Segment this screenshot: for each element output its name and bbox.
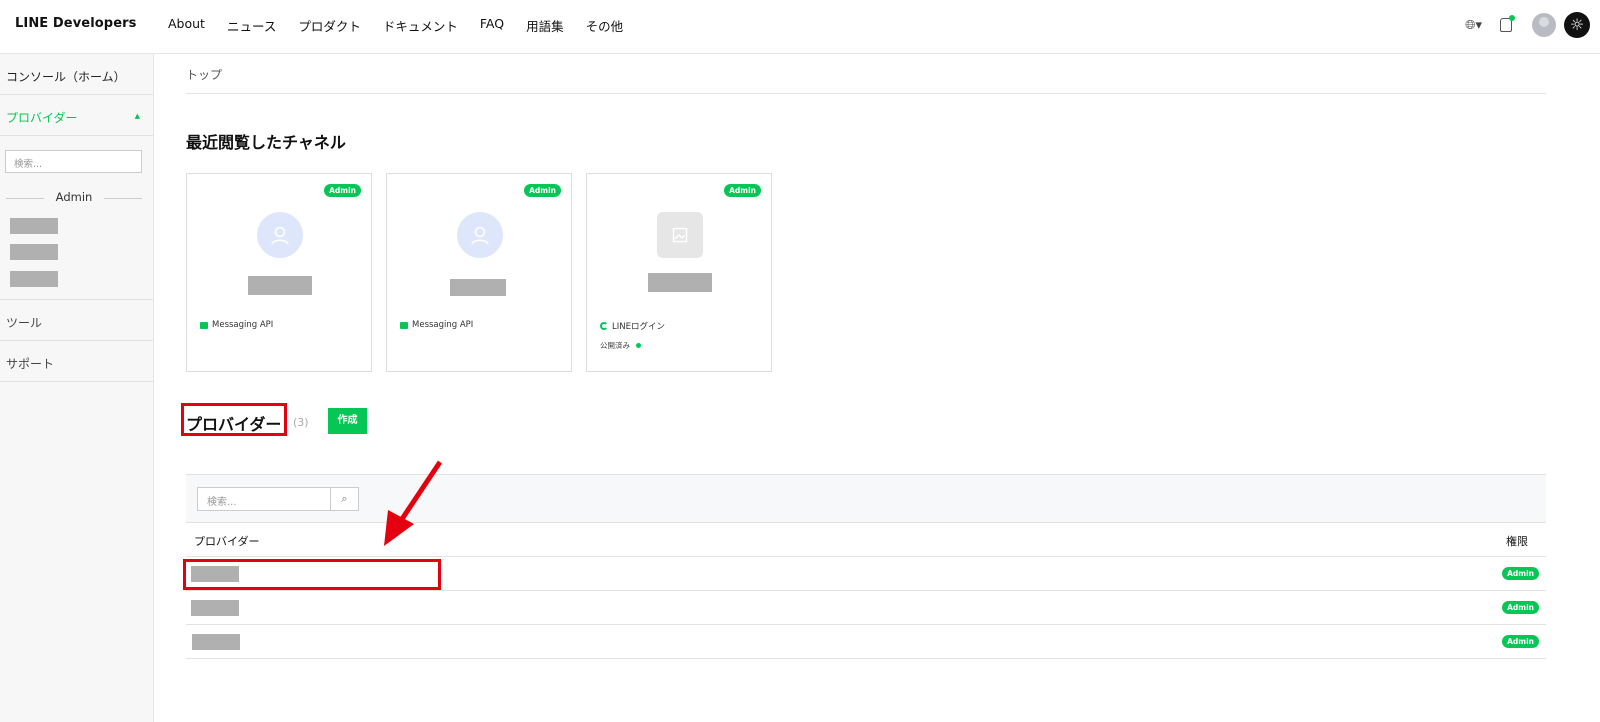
- channel-name-redacted: [648, 273, 712, 292]
- site-logo[interactable]: LINE Developers: [15, 16, 136, 31]
- notification-icon[interactable]: [1500, 15, 1515, 32]
- sidebar-search-input[interactable]: 検索...: [5, 150, 142, 173]
- top-navigation-bar: LINE Developers About ニュース プロダクト ドキュメント …: [0, 0, 1600, 54]
- messaging-api-icon: [400, 321, 408, 329]
- avatar[interactable]: [1532, 13, 1556, 37]
- annotation-arrow-icon: [384, 460, 443, 546]
- table-row[interactable]: Admin: [183, 557, 1546, 591]
- sidebar-provider-item-redacted[interactable]: [10, 271, 58, 287]
- providers-header: プロバイダー (3) 作成: [181, 403, 1546, 448]
- publish-status: 公開済み: [600, 340, 641, 351]
- sidebar-item-label: プロバイダー: [6, 111, 78, 125]
- channel-card[interactable]: Admin LINEログイン 公開済み: [586, 173, 772, 372]
- channel-card[interactable]: Admin Messaging API: [186, 173, 372, 372]
- table-row[interactable]: Admin: [186, 591, 1546, 625]
- admin-badge: Admin: [724, 184, 761, 197]
- admin-badge: Admin: [324, 184, 361, 197]
- channel-type-label: Messaging API: [412, 320, 474, 330]
- header-actions: 🌐︎▾ ☼: [1465, 12, 1590, 38]
- channel-type: LINEログイン: [600, 320, 665, 332]
- channel-type: Messaging API: [400, 320, 473, 330]
- column-header-permission[interactable]: 権限: [1506, 533, 1528, 549]
- status-dot: [636, 343, 641, 348]
- admin-badge: Admin: [1502, 567, 1539, 580]
- provider-name-redacted[interactable]: [191, 566, 239, 582]
- admin-badge: Admin: [524, 184, 561, 197]
- nav-products[interactable]: プロダクト: [298, 16, 361, 35]
- provider-name-redacted[interactable]: [192, 634, 240, 650]
- sidebar-provider-item-redacted[interactable]: [10, 218, 58, 234]
- theme-toggle-icon[interactable]: ☼: [1564, 12, 1590, 38]
- table-row[interactable]: Admin: [186, 625, 1546, 659]
- nav-glossary[interactable]: 用語集: [526, 16, 564, 35]
- user-icon: [457, 212, 503, 258]
- search-icon[interactable]: ⌕: [330, 487, 359, 511]
- nav-documents[interactable]: ドキュメント: [383, 16, 458, 35]
- recent-channel-cards: Admin Messaging API Admin Messaging API …: [186, 173, 1546, 372]
- column-header-provider[interactable]: プロバイダー: [194, 533, 260, 549]
- nav-news[interactable]: ニュース: [227, 16, 276, 35]
- channel-type-label: LINEログイン: [612, 322, 665, 332]
- nav-faq[interactable]: FAQ: [480, 16, 504, 35]
- provider-search-input[interactable]: 検索...: [197, 487, 331, 511]
- user-icon: [257, 212, 303, 258]
- breadcrumb[interactable]: トップ: [186, 54, 1546, 94]
- image-icon: [657, 212, 703, 258]
- sidebar-item-tools[interactable]: ツール: [0, 300, 153, 341]
- channel-type-label: Messaging API: [212, 320, 274, 330]
- channel-card[interactable]: Admin Messaging API: [386, 173, 572, 372]
- nav-more[interactable]: その他: [586, 16, 624, 35]
- admin-badge: Admin: [1502, 635, 1539, 648]
- admin-badge: Admin: [1502, 601, 1539, 614]
- status-label: 公開済み: [600, 341, 630, 350]
- line-login-icon: [600, 322, 608, 330]
- sidebar: コンソール（ホーム） プロバイダー ▲ 検索... Admin ツール サポート: [0, 54, 154, 722]
- providers-title: プロバイダー: [186, 415, 282, 434]
- provider-name-redacted[interactable]: [191, 600, 239, 616]
- channel-name-redacted: [450, 279, 506, 296]
- providers-count: (3): [293, 416, 309, 429]
- channel-name-redacted: [248, 276, 312, 295]
- sidebar-item-providers[interactable]: プロバイダー ▲: [0, 95, 153, 136]
- channel-type: Messaging API: [200, 320, 273, 330]
- sidebar-item-support[interactable]: サポート: [0, 341, 153, 382]
- recent-channels-title: 最近閲覧したチャネル: [186, 133, 346, 152]
- main-content: トップ 最近閲覧したチャネル Admin Messaging API Admin…: [181, 54, 1546, 659]
- nav-about[interactable]: About: [168, 16, 205, 35]
- main-nav: About ニュース プロダクト ドキュメント FAQ 用語集 その他: [168, 16, 645, 35]
- notification-dot: [1509, 15, 1515, 21]
- sidebar-provider-item-redacted[interactable]: [10, 244, 58, 260]
- chevron-up-icon: ▲: [134, 112, 140, 120]
- messaging-api-icon: [200, 321, 208, 329]
- sidebar-provider-list: 検索... Admin: [0, 136, 153, 300]
- sidebar-item-console-home[interactable]: コンソール（ホーム）: [0, 54, 153, 95]
- create-provider-button[interactable]: 作成: [328, 408, 367, 434]
- admin-divider-label: Admin: [6, 190, 142, 204]
- globe-icon[interactable]: 🌐︎▾: [1465, 18, 1482, 33]
